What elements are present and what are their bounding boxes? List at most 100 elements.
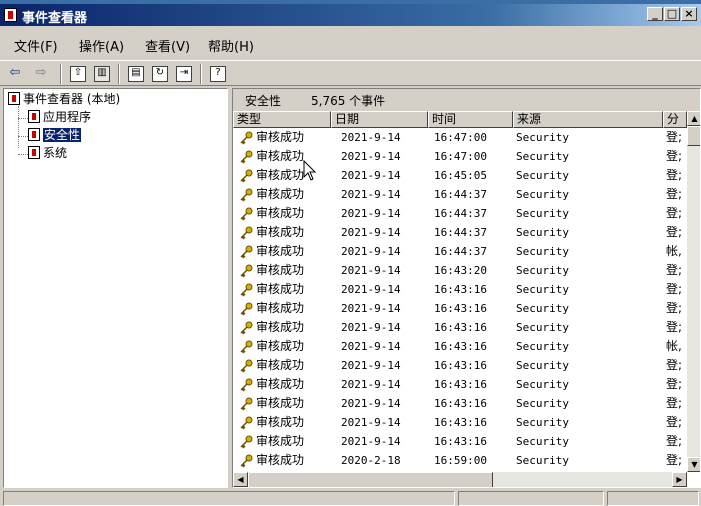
event-row[interactable]: 审核成功 2021-9-14 16:44:37 Security 登; (233, 185, 682, 204)
event-row[interactable]: 审核成功 2020-2-18 16:59:00 Security 登; (233, 451, 682, 470)
tree-line (18, 106, 19, 148)
event-row[interactable]: 审核成功 2021-9-14 16:43:16 Security 登; (233, 413, 682, 432)
horizontal-scrollbar[interactable]: ◀ ▶ (233, 472, 687, 487)
event-date: 2021-9-14 (341, 207, 401, 220)
refresh-icon[interactable]: ↻ (152, 66, 168, 82)
log-icon (28, 128, 40, 141)
menu-action[interactable]: 操作(A) (79, 36, 124, 55)
event-time: 16:43:16 (434, 435, 487, 448)
tree-item-application[interactable]: 应用程序 (28, 109, 91, 126)
tree-root[interactable]: 事件查看器 (本地) (8, 91, 120, 108)
audit-success-key-icon (240, 416, 253, 430)
scroll-right-button[interactable]: ▶ (672, 472, 687, 487)
menu-help[interactable]: 帮助(H) (208, 36, 254, 55)
event-row[interactable]: 审核成功 2021-9-14 16:47:00 Security 登; (233, 147, 682, 166)
column-header-type[interactable]: 类型 (233, 111, 331, 128)
computer-log-icon (8, 92, 20, 105)
audit-success-key-icon (240, 188, 253, 202)
event-source: Security (516, 454, 569, 467)
event-time: 16:47:00 (434, 150, 487, 163)
event-source: Security (516, 150, 569, 163)
event-time: 16:44:37 (434, 245, 487, 258)
event-date: 2021-9-14 (341, 435, 401, 448)
event-row[interactable]: 审核成功 2021-9-14 16:47:00 Security 登; (233, 128, 682, 147)
audit-success-key-icon (240, 131, 253, 145)
scroll-up-button[interactable]: ▲ (687, 111, 700, 126)
event-type: 审核成功 (256, 453, 305, 467)
menu-file[interactable]: 文件(F) (14, 36, 58, 55)
event-time: 16:43:16 (434, 340, 487, 353)
event-category: 登; (666, 187, 683, 201)
status-bar (0, 490, 701, 506)
title-bar[interactable]: 事件查看器 _ □ × (0, 4, 701, 26)
log-icon (28, 146, 40, 159)
event-row[interactable]: 审核成功 2021-9-14 16:43:16 Security 登; (233, 280, 682, 299)
event-source: Security (516, 226, 569, 239)
event-row[interactable]: 审核成功 2021-9-14 16:45:05 Security 登; (233, 166, 682, 185)
scroll-down-button[interactable]: ▼ (687, 457, 700, 472)
event-time: 16:44:37 (434, 207, 487, 220)
event-time: 16:43:16 (434, 416, 487, 429)
event-source: Security (516, 207, 569, 220)
vertical-scroll-thumb[interactable] (687, 126, 700, 146)
event-row[interactable]: 审核成功 2021-9-14 16:44:37 Security 登; (233, 204, 682, 223)
show-tree-icon[interactable]: ▥ (94, 66, 110, 82)
event-row[interactable]: 审核成功 2021-9-14 16:43:16 Security 登; (233, 394, 682, 413)
vertical-scrollbar[interactable]: ▲ ▼ (687, 111, 700, 472)
column-header-category[interactable]: 分 (663, 111, 687, 128)
tree-item-system[interactable]: 系统 (28, 145, 67, 162)
help-icon[interactable]: ? (210, 66, 226, 82)
event-date: 2021-9-14 (341, 264, 401, 277)
toolbar: ⇦ ⇨ ⇧ ▥ ▤ ↻ ⇥ ? (0, 60, 701, 86)
column-header-date[interactable]: 日期 (331, 111, 428, 128)
toolbar-separator (60, 64, 62, 84)
event-category: 登; (666, 282, 683, 296)
event-row[interactable]: 审核成功 2021-9-14 16:43:16 Security 登; (233, 318, 682, 337)
event-row[interactable]: 审核成功 2021-9-14 16:43:16 Security 帐, (233, 337, 682, 356)
status-panel (458, 491, 604, 506)
status-panel (607, 491, 699, 506)
maximize-button[interactable]: □ (664, 7, 680, 21)
event-row[interactable]: 审核成功 2021-9-14 16:44:37 Security 帐, (233, 242, 682, 261)
minimize-button[interactable]: _ (647, 7, 663, 21)
horizontal-scroll-thumb[interactable] (248, 472, 493, 487)
event-category: 登; (666, 358, 683, 372)
event-category: 登; (666, 149, 683, 163)
event-date: 2021-9-14 (341, 245, 401, 258)
up-folder-icon[interactable]: ⇧ (70, 66, 86, 82)
event-source: Security (516, 245, 569, 258)
export-icon[interactable]: ⇥ (176, 66, 192, 82)
close-button[interactable]: × (681, 7, 697, 21)
audit-success-key-icon (240, 321, 253, 335)
status-panel (3, 491, 455, 506)
event-type: 审核成功 (256, 187, 305, 201)
event-date: 2021-9-14 (341, 150, 401, 163)
properties-icon[interactable]: ▤ (128, 66, 144, 82)
column-header-time[interactable]: 时间 (428, 111, 513, 128)
event-row[interactable]: 审核成功 2021-9-14 16:43:16 Security 登; (233, 432, 682, 451)
event-time: 16:59:00 (434, 454, 487, 467)
event-category: 登; (666, 301, 683, 315)
event-date: 2021-9-14 (341, 283, 401, 296)
event-type: 审核成功 (256, 149, 305, 163)
tree-item-security[interactable]: 安全性 (28, 127, 82, 144)
event-row[interactable]: 审核成功 2021-9-14 16:43:16 Security 登; (233, 299, 682, 318)
event-type: 审核成功 (256, 358, 305, 372)
back-icon[interactable]: ⇦ (6, 64, 24, 82)
event-row[interactable]: 审核成功 2021-9-14 16:43:20 Security 登; (233, 261, 682, 280)
menu-bar: 文件(F) 操作(A) 查看(V) 帮助(H) (0, 26, 701, 60)
event-type: 审核成功 (256, 263, 305, 277)
event-date: 2021-9-14 (341, 226, 401, 239)
scroll-left-button[interactable]: ◀ (233, 472, 248, 487)
forward-icon[interactable]: ⇨ (32, 64, 50, 82)
event-row[interactable]: 审核成功 2021-9-14 16:43:16 Security 登; (233, 356, 682, 375)
audit-success-key-icon (240, 150, 253, 164)
event-date: 2021-9-14 (341, 378, 401, 391)
menu-view[interactable]: 查看(V) (145, 36, 190, 55)
event-date: 2021-9-14 (341, 397, 401, 410)
event-row[interactable]: 审核成功 2021-9-14 16:43:16 Security 登; (233, 375, 682, 394)
audit-success-key-icon (240, 302, 253, 316)
column-header-source[interactable]: 来源 (513, 111, 663, 128)
event-row[interactable]: 审核成功 2021-9-14 16:44:37 Security 登; (233, 223, 682, 242)
pane-log-name: 安全性 (245, 94, 282, 108)
